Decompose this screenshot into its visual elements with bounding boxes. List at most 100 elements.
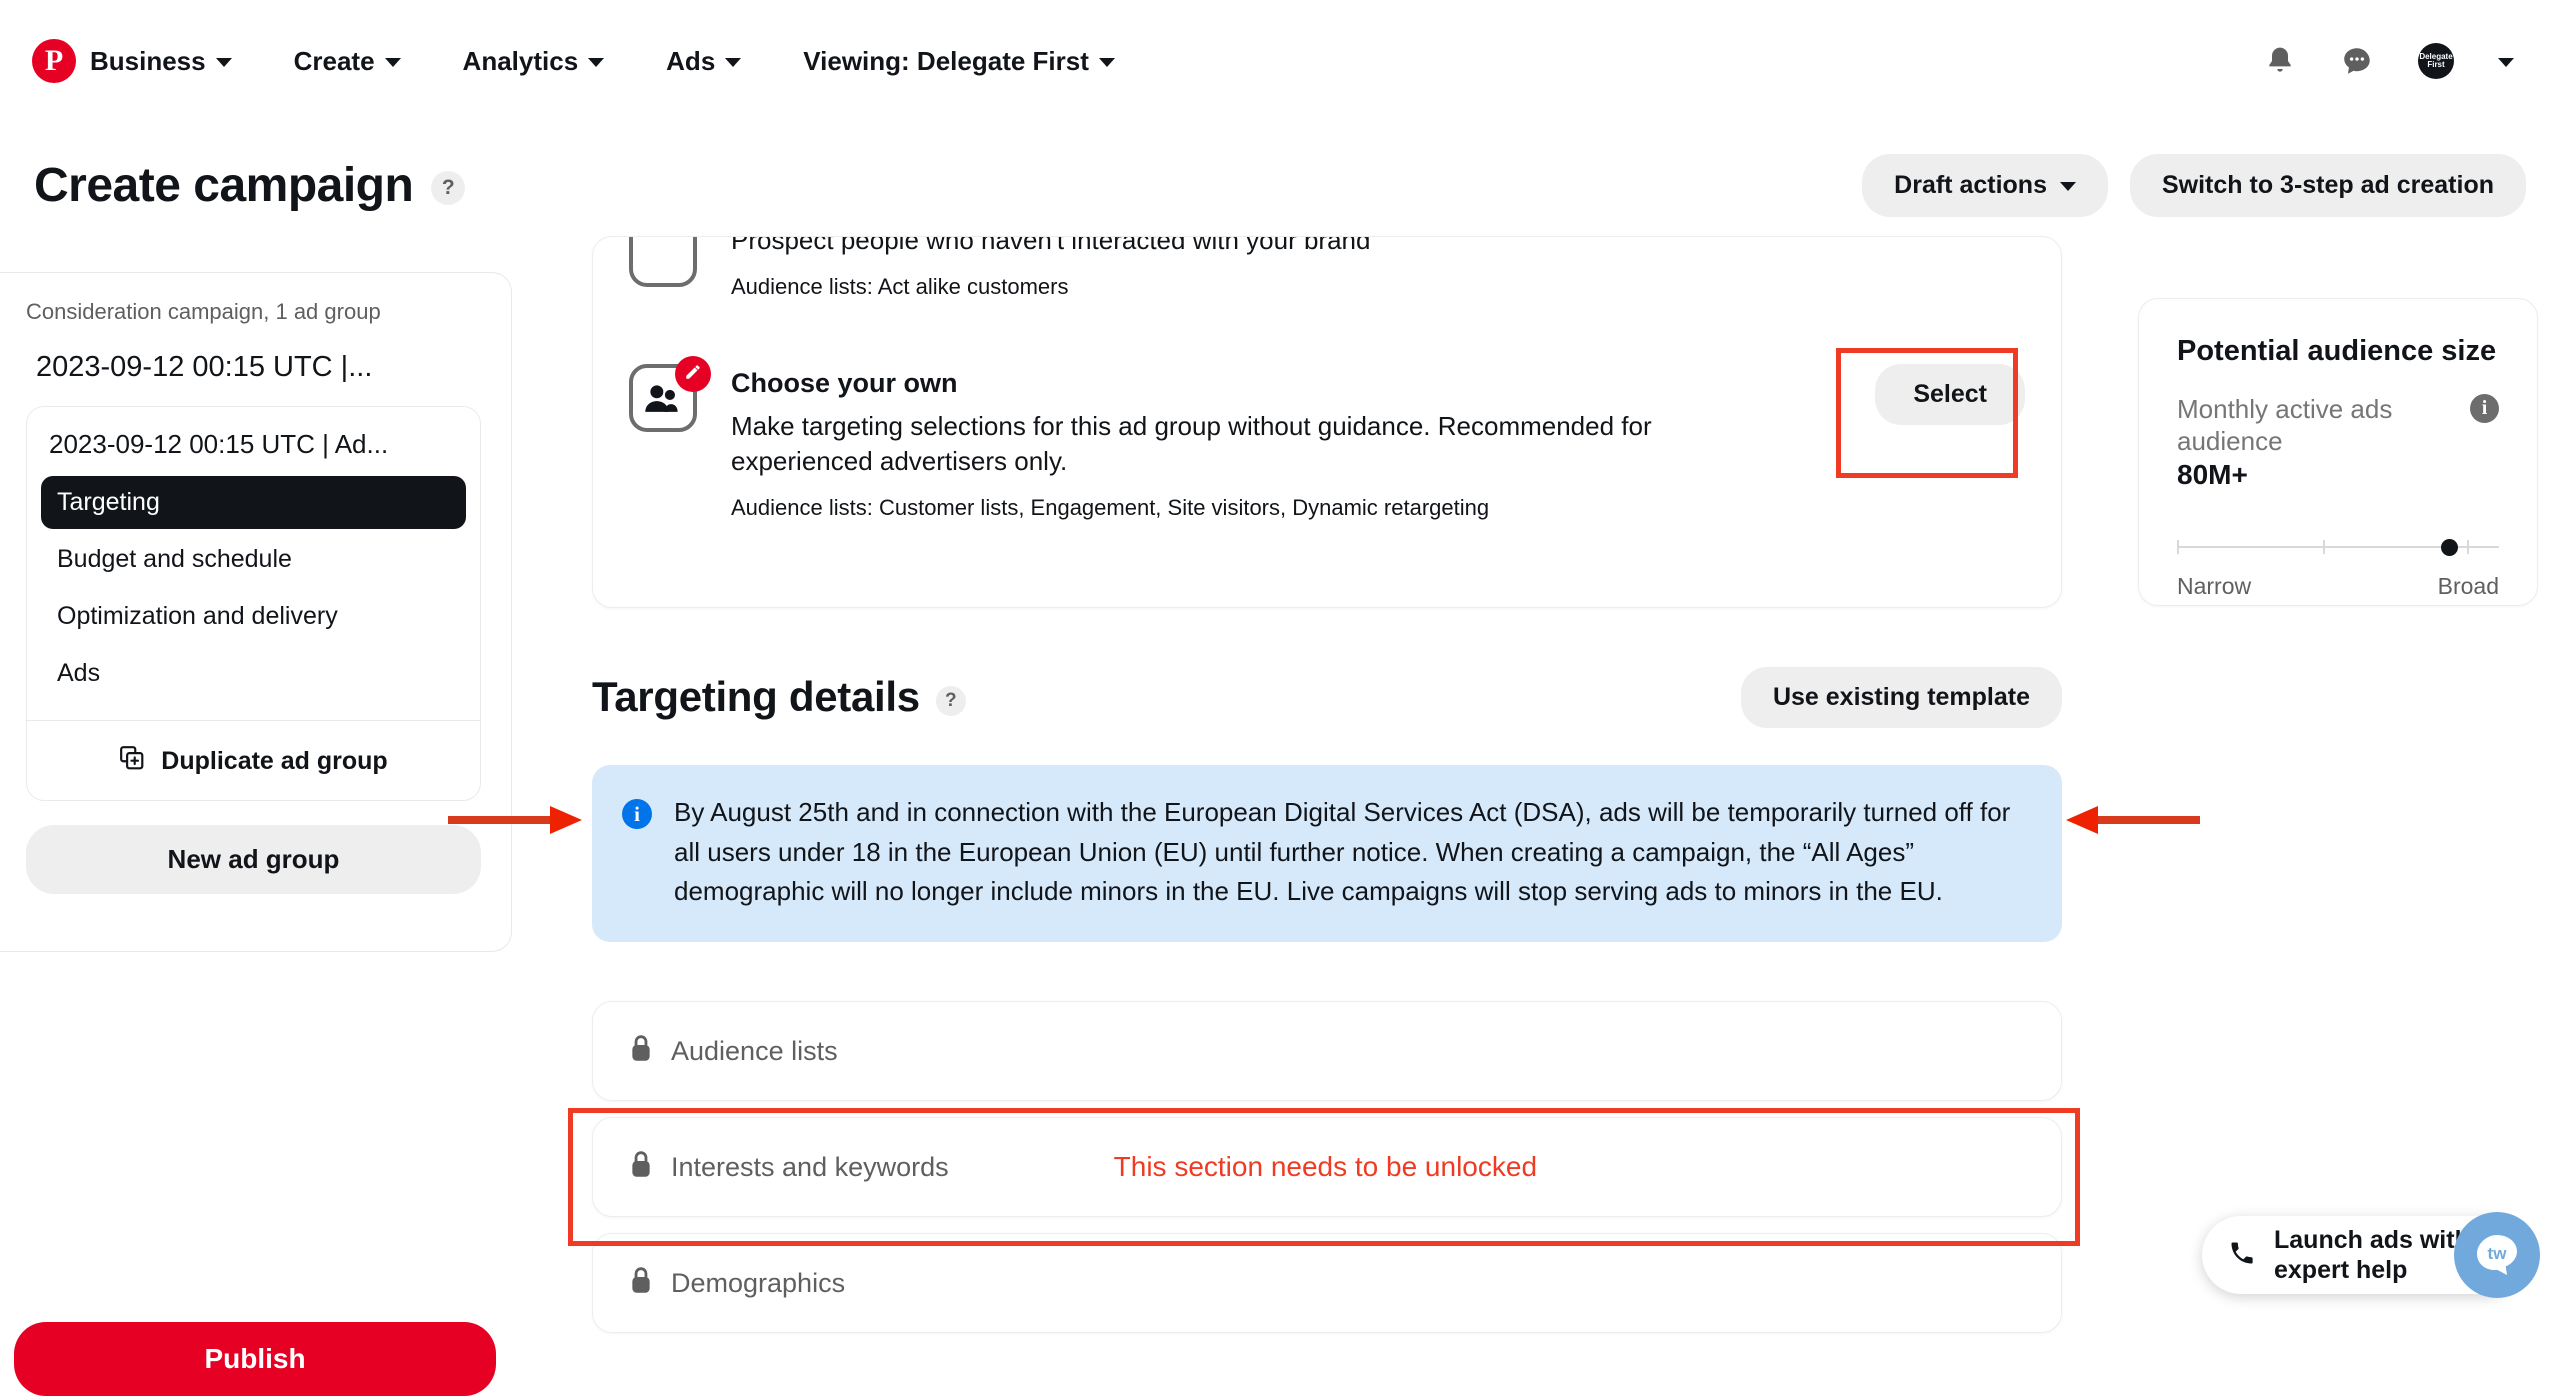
audience-panel-title: Potential audience size <box>2177 335 2497 367</box>
select-button[interactable]: Select <box>1875 364 2025 426</box>
avatar[interactable]: Delegate First <box>2418 43 2454 79</box>
new-ad-group-button[interactable]: New ad group <box>26 825 481 894</box>
chat-agent-icon: tw <box>2477 1235 2517 1275</box>
messages-bubble-icon[interactable] <box>2340 44 2374 78</box>
campaign-name[interactable]: 2023-09-12 00:15 UTC |... <box>26 351 481 384</box>
top-navigation-bar: P Business Create Analytics Ads Viewing:… <box>0 0 2560 122</box>
ad-group-name[interactable]: 2023-09-12 00:15 UTC | Ad... <box>27 407 480 472</box>
audience-metric-row: Monthly active ads audience 80M+ i <box>2177 394 2499 491</box>
slider-label-broad: Broad <box>2437 573 2499 600</box>
ad-group-nav-list: Targeting Budget and schedule Optimizati… <box>27 472 480 720</box>
chevron-down-icon[interactable] <box>2498 58 2514 67</box>
help-widget-line2: expert help <box>2274 1256 2408 1284</box>
sidebar-item-budget-and-schedule[interactable]: Budget and schedule <box>41 533 466 586</box>
slider-tick <box>2467 540 2469 555</box>
info-icon: i <box>622 799 652 829</box>
info-icon[interactable]: i <box>2470 394 2499 423</box>
choose-your-own-desc: Make targeting selections for this ad gr… <box>731 411 1652 477</box>
targeting-option-choose-your-own[interactable]: Choose your own Make targeting selection… <box>629 356 2025 521</box>
choose-your-own-meta: Audience lists: Customer lists, Engageme… <box>731 495 1490 521</box>
notifications-bell-icon[interactable] <box>2264 44 2296 78</box>
chevron-down-icon <box>215 58 232 67</box>
lock-icon <box>629 1150 653 1185</box>
chevron-down-icon <box>2059 182 2076 191</box>
draft-actions-button[interactable]: Draft actions <box>1862 153 2108 217</box>
section-label-wrap: Demographics <box>629 1266 845 1301</box>
switch-to-3-step-button[interactable]: Switch to 3-step ad creation <box>2129 153 2526 217</box>
partial-option-meta: Audience lists: Act alike customers <box>731 274 1069 300</box>
dsa-info-banner: i By August 25th and in connection with … <box>592 765 2062 942</box>
draft-actions-label: Draft actions <box>1894 170 2047 199</box>
help-widget-text: Launch ads with expert help <box>2274 1225 2470 1285</box>
prospect-icon <box>629 237 697 287</box>
potential-audience-size-panel: Potential audience size Monthly active a… <box>2138 298 2538 606</box>
section-label: Audience lists <box>671 1035 838 1066</box>
nav-item-create[interactable]: Create <box>280 36 415 87</box>
sidebar-item-targeting[interactable]: Targeting <box>41 476 466 529</box>
page-header: Create campaign ? Draft actions Switch t… <box>0 140 2560 230</box>
section-audience-lists[interactable]: Audience lists <box>592 1001 2062 1101</box>
section-label: Interests and keywords <box>671 1151 949 1182</box>
duplicate-ad-group-button[interactable]: Duplicate ad group <box>27 721 480 800</box>
duplicate-icon <box>119 745 145 778</box>
slider-tick <box>2323 540 2325 555</box>
nav-label-ads: Ads <box>666 45 716 76</box>
phone-icon <box>2228 1239 2256 1272</box>
ad-group-card: 2023-09-12 00:15 UTC | Ad... Targeting B… <box>26 406 481 801</box>
targeting-details-title: Targeting details <box>592 673 920 720</box>
slider-labels: Narrow Broad <box>2177 573 2499 600</box>
help-icon[interactable]: ? <box>431 171 466 205</box>
pencil-icon <box>684 363 702 386</box>
option-icon-wrap <box>629 237 703 293</box>
select-button-wrap: Select <box>1875 364 2025 426</box>
audience-breadth-slider[interactable] <box>2177 537 2499 557</box>
avatar-label: Delegate First <box>2419 52 2453 69</box>
section-demographics[interactable]: Demographics <box>592 1233 2062 1333</box>
sidebar-item-optimization-and-delivery[interactable]: Optimization and delivery <box>41 590 466 643</box>
chevron-down-icon <box>588 58 605 67</box>
section-interests-and-keywords[interactable]: Interests and keywords This section need… <box>592 1117 2062 1217</box>
nav-label-business: Business <box>90 45 206 76</box>
campaign-summary: Consideration campaign, 1 ad group <box>26 299 381 324</box>
choose-your-own-title: Choose your own <box>731 368 958 399</box>
help-widget-line1: Launch ads with <box>2274 1226 2470 1254</box>
chevron-down-icon <box>725 58 742 67</box>
use-existing-template-button[interactable]: Use existing template <box>1740 666 2062 728</box>
nav-item-ads[interactable]: Ads <box>652 36 755 87</box>
help-agent-avatar[interactable]: tw <box>2454 1212 2540 1298</box>
svg-text:tw: tw <box>2488 1244 2508 1263</box>
nav-right-actions: Delegate First <box>2264 43 2528 79</box>
lock-icon <box>629 1034 653 1069</box>
audience-value: 80M+ <box>2177 459 2248 491</box>
targeting-options-card: Prospect people who haven't interacted w… <box>592 236 2062 608</box>
nav-label-create: Create <box>293 45 375 76</box>
nav-item-analytics[interactable]: Analytics <box>449 36 619 87</box>
dsa-notice-text: By August 25th and in connection with th… <box>674 797 2011 907</box>
sidebar-item-ads[interactable]: Ads <box>41 647 466 700</box>
campaign-sidebar: Consideration campaign, 1 ad group 2023-… <box>0 272 512 952</box>
help-icon[interactable]: ? <box>935 686 966 716</box>
partial-option-desc: Prospect people who haven't interacted w… <box>731 236 1371 255</box>
section-label: Demographics <box>671 1267 846 1298</box>
header-actions: Draft actions Switch to 3-step ad creati… <box>1862 153 2526 217</box>
targeting-option-partial[interactable]: Prospect people who haven't interacted w… <box>629 236 2025 300</box>
nav-label-viewing: Viewing: Delegate First <box>803 45 1089 76</box>
unlock-warning-text: This section needs to be unlocked <box>1113 1151 1538 1182</box>
chevron-down-icon <box>384 58 401 67</box>
nav-label-analytics: Analytics <box>462 45 579 76</box>
chevron-down-icon <box>1098 58 1115 67</box>
targeting-details-header: Targeting details ? Use existing templat… <box>592 660 2062 734</box>
nav-item-viewing-delegate[interactable]: Viewing: Delegate First <box>789 36 1129 87</box>
slider-tick <box>2177 540 2179 555</box>
duplicate-ad-group-label: Duplicate ad group <box>161 747 388 775</box>
lock-icon <box>629 1266 653 1301</box>
section-label-wrap: Interests and keywords <box>629 1150 949 1185</box>
pinterest-logo-icon[interactable]: P <box>32 39 76 83</box>
audience-subtitle: Monthly active ads audience <box>2177 394 2393 456</box>
section-label-wrap: Audience lists <box>629 1034 838 1069</box>
edit-badge <box>675 356 711 393</box>
slider-knob[interactable] <box>2441 539 2458 557</box>
publish-button[interactable]: Publish <box>14 1322 496 1396</box>
nav-item-business[interactable]: Business <box>76 36 246 87</box>
slider-label-narrow: Narrow <box>2177 573 2252 600</box>
